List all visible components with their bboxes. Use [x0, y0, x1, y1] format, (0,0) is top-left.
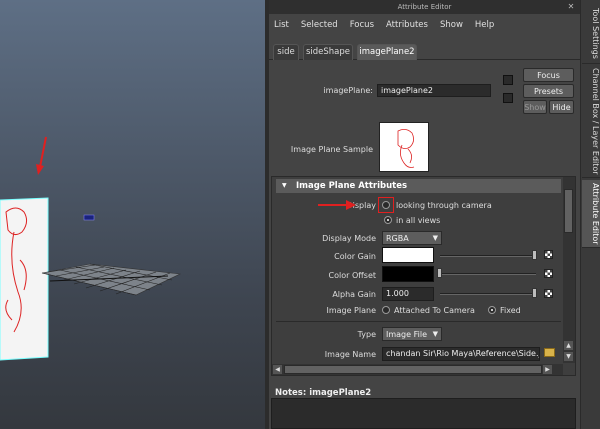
chevron-down-icon: ▼	[432, 330, 438, 338]
notes-label: Notes:	[275, 388, 307, 398]
image-name-label: Image Name	[324, 350, 376, 359]
viewport-scene-graphics	[0, 136, 182, 361]
focus-output-icon[interactable]	[503, 93, 513, 103]
close-icon[interactable]: ✕	[566, 2, 576, 12]
focus-button[interactable]: Focus	[523, 68, 574, 82]
focus-input-icon[interactable]	[503, 75, 513, 85]
alpha-gain-slider-handle[interactable]	[532, 288, 537, 298]
fixed-label: Fixed	[500, 306, 521, 315]
presets-button[interactable]: Presets	[523, 84, 574, 98]
vertical-scroll-thumb[interactable]	[564, 189, 573, 233]
image-plane-attributes-header[interactable]: ▼ Image Plane Attributes	[276, 179, 561, 193]
scroll-down-icon[interactable]: ▼	[564, 352, 573, 361]
menu-bar: List Selected Focus Attributes Show Help	[269, 16, 580, 34]
vertical-scrollbar[interactable]: ▲ ▼	[563, 177, 575, 363]
scroll-left-icon[interactable]: ◀	[273, 365, 282, 374]
menu-list[interactable]: List	[274, 16, 289, 34]
display-mode-dropdown[interactable]: RGBA ▼	[382, 231, 442, 245]
alpha-gain-field[interactable]: 1.000	[382, 287, 434, 301]
notes-node-name: imagePlane2	[309, 388, 372, 398]
side-tab-tool-settings[interactable]: Tool Settings	[582, 4, 600, 64]
annotation-highlight-box	[378, 197, 394, 213]
camera-icon	[83, 214, 95, 221]
color-offset-map-icon[interactable]	[544, 269, 553, 278]
hide-button[interactable]: Hide	[549, 100, 574, 114]
color-offset-slider-track[interactable]	[440, 273, 536, 275]
section-divider	[276, 321, 561, 322]
node-name-field[interactable]: imagePlane2	[377, 84, 491, 97]
type-dropdown[interactable]: Image File ▼	[382, 327, 442, 341]
ground-grid	[41, 263, 182, 296]
menu-help[interactable]: Help	[475, 16, 494, 34]
menu-focus[interactable]: Focus	[350, 16, 374, 34]
annotation-arrow-head	[36, 164, 44, 175]
color-gain-slider-track[interactable]	[440, 255, 536, 257]
scroll-right-icon[interactable]: ▶	[543, 365, 552, 374]
scroll-up-icon[interactable]: ▲	[564, 341, 573, 350]
side-tab-strip: Tool Settings Channel Box / Layer Editor…	[580, 0, 600, 429]
section-title: Image Plane Attributes	[296, 181, 408, 191]
display-in-all-views-radio[interactable]	[384, 216, 392, 224]
attribute-section-frame: ▼ Image Plane Attributes Display looking…	[271, 176, 576, 376]
show-button[interactable]: Show	[523, 100, 547, 114]
notes-textarea[interactable]	[271, 398, 576, 429]
collapse-arrow-icon[interactable]: ▼	[282, 179, 287, 193]
annotation-arrow-shaft	[39, 136, 47, 168]
color-gain-map-icon[interactable]	[544, 250, 553, 259]
attached-to-camera-label: Attached To Camera	[394, 306, 475, 315]
display-in-all-views-label: in all views	[396, 216, 441, 225]
chevron-down-icon: ▼	[432, 234, 438, 242]
color-gain-swatch[interactable]	[382, 247, 434, 263]
alpha-gain-label: Alpha Gain	[332, 290, 376, 299]
color-gain-slider-handle[interactable]	[532, 250, 537, 260]
notes-header: Notes: imagePlane2	[275, 388, 371, 398]
display-mode-label: Display Mode	[322, 234, 376, 243]
tab-sideshape[interactable]: sideShape	[303, 44, 353, 60]
horizontal-scrollbar[interactable]: ◀ ▶	[272, 364, 563, 375]
side-tab-attribute-editor[interactable]: Attribute Editor	[582, 180, 600, 248]
type-value: Image File	[386, 330, 427, 339]
horizontal-scroll-thumb[interactable]	[284, 365, 542, 374]
fixed-radio[interactable]	[488, 306, 496, 314]
side-tab-channel-box-layer-editor[interactable]: Channel Box / Layer Editor	[582, 66, 600, 178]
tab-imageplane2[interactable]: imagePlane2	[357, 44, 417, 60]
window-title-text: Attribute Editor	[397, 3, 452, 11]
attribute-editor-panel: Attribute Editor ✕ List Selected Focus A…	[269, 0, 580, 429]
image-plane-sample-thumbnail	[379, 122, 429, 172]
color-offset-swatch[interactable]	[382, 266, 434, 282]
tab-side[interactable]: side	[273, 44, 299, 60]
alpha-gain-slider-track[interactable]	[440, 293, 536, 295]
attached-to-camera-radio[interactable]	[382, 306, 390, 314]
sample-sketch-graphic	[397, 129, 415, 168]
display-mode-value: RGBA	[386, 234, 409, 243]
image-plane-sample-label: Image Plane Sample	[290, 145, 373, 154]
scene-viewport[interactable]	[0, 0, 265, 429]
menu-attributes[interactable]: Attributes	[386, 16, 428, 34]
window-title: Attribute Editor ✕	[269, 0, 580, 14]
node-name-label: imagePlane:	[323, 86, 373, 95]
folder-icon[interactable]	[544, 348, 555, 357]
menu-show[interactable]: Show	[440, 16, 463, 34]
annotation-arrow-display	[318, 200, 356, 210]
alpha-gain-map-icon[interactable]	[544, 289, 553, 298]
color-offset-slider-handle[interactable]	[437, 268, 442, 278]
color-offset-label: Color Offset	[328, 271, 376, 280]
type-label: Type	[357, 330, 376, 339]
image-name-field[interactable]: chandan Sir\Rio Maya\Reference\Side.jpg	[382, 347, 540, 361]
color-gain-label: Color Gain	[334, 252, 376, 261]
menu-selected[interactable]: Selected	[301, 16, 338, 34]
image-plane-label: Image Plane	[326, 306, 376, 315]
display-looking-through-camera-label: looking through camera	[396, 201, 492, 210]
node-tabs: side sideShape imagePlane2	[269, 42, 580, 60]
